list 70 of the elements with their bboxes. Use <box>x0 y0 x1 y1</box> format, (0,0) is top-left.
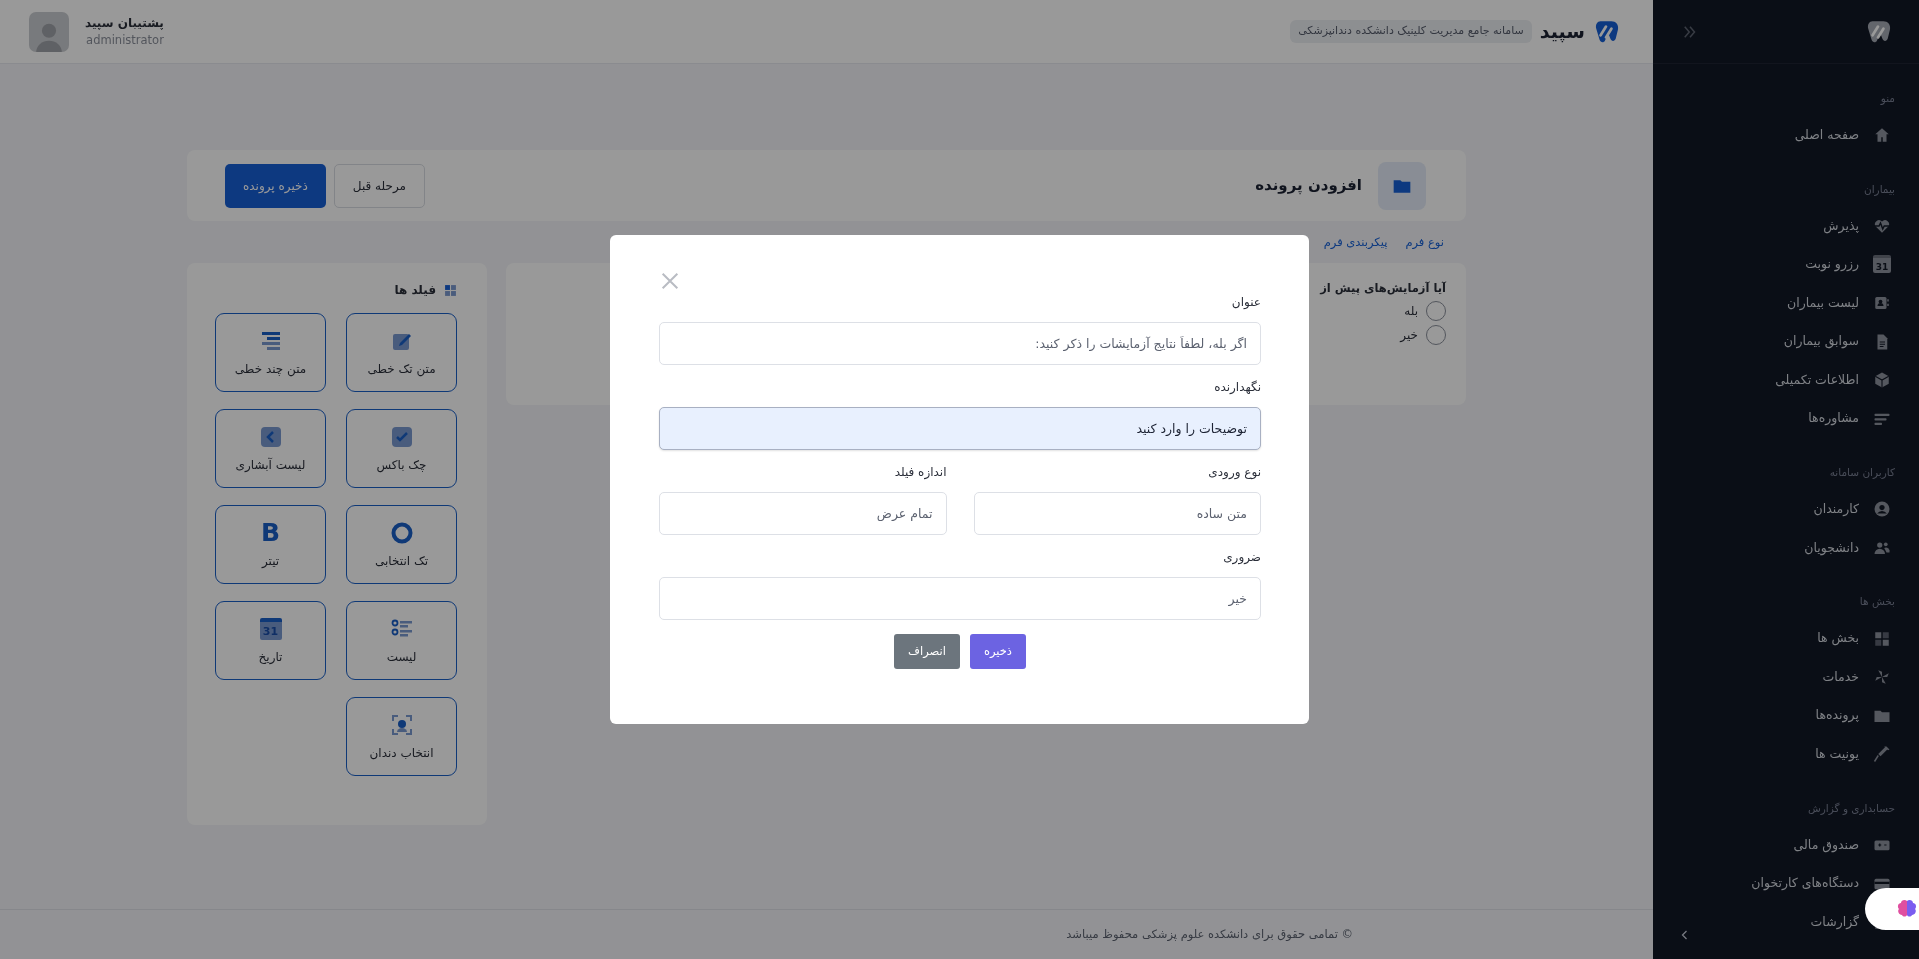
sidebar-item[interactable]: کارمندان <box>1653 490 1919 529</box>
syringe-icon <box>1873 745 1891 764</box>
question-text: آیا آزمایش‌های پیش از <box>1320 280 1446 297</box>
subtitle-tag: سامانه جامع مدیریت کلینیک دانشکده دندانپزشکی <box>1290 20 1532 43</box>
assistant-widget[interactable] <box>1865 888 1919 930</box>
cancel-button[interactable]: انصراف <box>894 634 960 669</box>
input-field[interactable]: توضیحات را وارد کنید <box>659 407 1261 450</box>
save-button[interactable]: ذخیره <box>969 634 1026 669</box>
sidebar-item[interactable]: پرونده‌ها <box>1653 696 1919 736</box>
field-type-tile[interactable]: متن تک خطی <box>346 313 457 392</box>
user-name: پشتیبان سپید <box>85 14 164 32</box>
circle-icon <box>389 520 414 545</box>
sidebar-item[interactable]: بخش ها <box>1653 619 1919 658</box>
checkbox-icon <box>389 424 414 449</box>
input-field[interactable]: متن ساده <box>973 492 1261 535</box>
field-label: نوع ورودی <box>1207 464 1261 480</box>
back-button[interactable]: مرحله قبل <box>333 163 425 208</box>
tooth-logo-icon <box>1865 18 1891 45</box>
home-icon <box>1873 126 1891 145</box>
sidebar-item[interactable]: یونیت ها <box>1653 735 1919 774</box>
section-heading: کاربران سامانه <box>1828 465 1896 481</box>
calendar-icon: 31 <box>259 617 282 640</box>
section-heading: حسابداری و گزارش <box>1806 800 1896 816</box>
option-label: خیر <box>1400 327 1418 345</box>
sidebar-item[interactable]: خدمات <box>1653 657 1919 697</box>
brand-name: سپید <box>1539 19 1585 45</box>
grid-icon <box>1873 629 1891 648</box>
field-type-tile[interactable]: لیست <box>346 601 457 680</box>
folder-icon <box>1378 161 1426 210</box>
grid-icon <box>444 283 457 297</box>
field-label: عنوان <box>1230 294 1261 310</box>
section-heading: بخش ها <box>1858 594 1896 610</box>
input-field[interactable]: خیر <box>659 577 1261 620</box>
page-title: افزودن پرونده <box>1255 175 1362 197</box>
field-type-tile[interactable]: چک باکس <box>346 409 457 488</box>
tooth-logo-icon <box>1593 18 1619 45</box>
input-field[interactable]: تمام عرض <box>659 492 947 535</box>
sidebar-item[interactable]: لیست بیماران <box>1653 283 1919 323</box>
avatar-placeholder[interactable] <box>29 11 69 52</box>
save-button[interactable]: ذخیره پرونده <box>225 163 326 208</box>
bold-letter-icon: B <box>260 520 281 545</box>
sidebar-item[interactable]: اطلاعات تکمیلی <box>1653 360 1919 400</box>
face-scan-icon <box>389 712 414 737</box>
close-button[interactable] <box>659 270 681 292</box>
sidebar-item[interactable]: صفحه اصلی <box>1653 116 1919 155</box>
section-heading: بیماران <box>1862 181 1896 197</box>
user-circle-icon <box>1873 500 1891 519</box>
sidebar-item[interactable]: مشاوره‌ها <box>1653 399 1919 439</box>
sidebar-item[interactable]: دانشجویان <box>1653 528 1919 568</box>
chevron-box-icon <box>258 424 283 449</box>
calendar-icon: 31 <box>1873 255 1891 274</box>
sidebar-item[interactable]: سوابق بیماران <box>1653 322 1919 361</box>
option-label: بله <box>1404 303 1418 321</box>
field-type-tile[interactable]: لیست آبشاری <box>215 409 326 488</box>
field-label: ضروری <box>1222 549 1261 565</box>
section-heading: منو <box>1879 91 1896 106</box>
field-type-tile[interactable]: تک انتخابی <box>346 505 457 584</box>
sidebar-item[interactable]: پذیرش <box>1653 206 1919 246</box>
field-type-tile[interactable]: انتخاب دندان <box>346 697 457 776</box>
cube-icon <box>1873 371 1891 390</box>
field-label: اندازه فیلد <box>893 464 947 480</box>
sidebar-item[interactable]: صندوق مالی <box>1653 825 1919 865</box>
field-label: نگهدارنده <box>1213 379 1261 395</box>
user-role: administrator <box>85 31 164 49</box>
tab-link[interactable]: نوع فرم <box>1405 234 1444 263</box>
panel-title: فیلد ها <box>394 282 436 299</box>
tab-link[interactable]: پیکربندی فرم <box>1323 234 1388 263</box>
field-type-tile[interactable]: متن چند خطی <box>215 313 326 392</box>
pinwheel-icon <box>1873 668 1891 687</box>
copyright-text: © تمامی حقوق برای دانشکده علوم پزشکی محفوظ میباشد <box>1066 925 1353 943</box>
